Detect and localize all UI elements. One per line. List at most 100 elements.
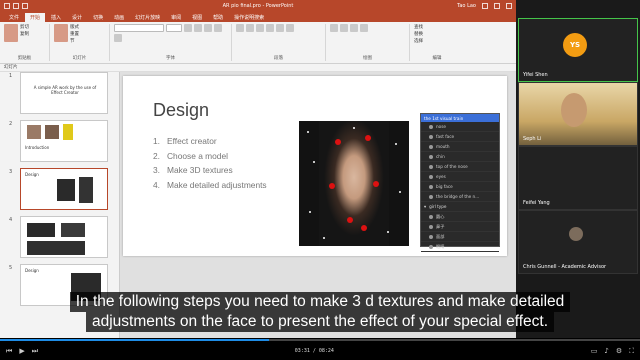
cut-button[interactable]: 剪切	[20, 24, 29, 30]
tab-help[interactable]: 帮助	[208, 13, 228, 22]
bullets-icon[interactable]	[236, 24, 244, 32]
participant-tile[interactable]: YS Yifei Shen	[518, 18, 638, 82]
play-icon[interactable]: ▶	[19, 347, 24, 355]
snowflake	[323, 237, 325, 239]
slide-title[interactable]: Design	[153, 100, 209, 121]
tell-me-search[interactable]: 操作说明搜索	[229, 13, 269, 22]
layer-row[interactable]: mouth	[421, 142, 499, 152]
video-controls: ⏮ ▶ ⏭ 03:31 / 08:24 ▭ ♪ ⚙ ⛶	[0, 338, 640, 360]
current-slide[interactable]: Design 1. Effect creator 2. Choose a model…	[123, 76, 507, 256]
tab-animations[interactable]: 动画	[109, 13, 129, 22]
paste-icon[interactable]	[4, 24, 18, 42]
tab-slideshow[interactable]: 幻灯片放映	[130, 13, 165, 22]
strikethrough-icon[interactable]	[214, 24, 222, 32]
tab-file[interactable]: 文件	[4, 13, 24, 22]
layer-label: girl type	[429, 204, 447, 209]
snowflake	[395, 143, 397, 145]
video-frame: AR pio final.pro - PowerPoint Tao Lao 文件…	[0, 0, 640, 340]
account-name[interactable]: Tao Lao	[457, 3, 476, 9]
tab-home[interactable]: 开始	[25, 13, 46, 22]
subtitles: In the following steps you need to make …	[0, 292, 640, 332]
shape-rect-icon[interactable]	[330, 24, 338, 32]
tab-review[interactable]: 审阅	[166, 13, 186, 22]
shape-oval-icon[interactable]	[340, 24, 348, 32]
find-button[interactable]: 查找	[414, 24, 460, 30]
layer-row[interactable]: 圆心	[421, 212, 499, 222]
captions-icon[interactable]: ▭	[591, 347, 598, 355]
font-size-select[interactable]	[166, 24, 182, 32]
left-controls: ⏮ ▶ ⏭	[6, 347, 38, 356]
participant-tile[interactable]: Seph Li	[518, 82, 638, 146]
numbering-icon[interactable]	[246, 24, 254, 32]
layer-row[interactable]: 眼睛	[421, 242, 499, 252]
layer-row[interactable]: top of the nose	[421, 162, 499, 172]
layer-row[interactable]: 面部	[421, 232, 499, 242]
layer-row[interactable]: eyes	[421, 172, 499, 182]
progress-bar[interactable]	[0, 339, 640, 341]
layer-row[interactable]: fast face	[421, 132, 499, 142]
underline-icon[interactable]	[204, 24, 212, 32]
tab-transitions[interactable]: 切换	[88, 13, 108, 22]
redo-icon[interactable]	[22, 3, 28, 9]
maximize-icon[interactable]	[494, 3, 500, 9]
layer-row[interactable]: the bridge of the n...	[421, 192, 499, 202]
participant-tile[interactable]: Chris Gunnell - Academic Advisor	[518, 210, 638, 274]
new-slide-icon[interactable]	[54, 24, 68, 42]
reset-button[interactable]: 重置	[70, 31, 79, 37]
bullet-list[interactable]: 1. Effect creator 2. Choose a model 3. Make…	[153, 136, 267, 194]
layer-row[interactable]: nose	[421, 122, 499, 132]
fullscreen-icon[interactable]: ⛶	[629, 347, 634, 356]
font-group: 字体	[114, 24, 232, 61]
bold-icon[interactable]	[184, 24, 192, 32]
layer-row[interactable]: chin	[421, 152, 499, 162]
window-title: AR pio final.pro - PowerPoint	[222, 3, 294, 9]
layer-icon	[429, 144, 433, 149]
save-icon[interactable]	[4, 3, 10, 9]
participant-name: Seph Li	[523, 136, 542, 142]
select-button[interactable]: 选择	[414, 38, 460, 44]
italic-icon[interactable]	[194, 24, 202, 32]
participant-tile[interactable]: Feifei Yang	[518, 146, 638, 210]
volume-icon[interactable]: ♪	[604, 347, 608, 355]
thumbnail-4[interactable]: 4	[9, 216, 108, 258]
undo-icon[interactable]	[13, 3, 19, 9]
layer-row[interactable]: 鼻子	[421, 222, 499, 232]
arrange-icon[interactable]	[350, 24, 358, 32]
tab-view[interactable]: 视图	[187, 13, 207, 22]
quick-styles-icon[interactable]	[360, 24, 368, 32]
font-name-select[interactable]	[114, 24, 164, 32]
copy-button[interactable]: 复制	[20, 31, 29, 37]
skip-forward-icon[interactable]: ⏭	[32, 347, 38, 356]
snowflake	[399, 191, 401, 193]
close-icon[interactable]	[506, 3, 512, 9]
font-color-icon[interactable]	[114, 34, 122, 42]
effect-layers-panel[interactable]: the 1st visual train nose fast face mout…	[420, 113, 500, 252]
heart-sticker	[373, 181, 379, 187]
section-button[interactable]: 节	[70, 38, 79, 44]
thumbnail-3[interactable]: 3 Design	[9, 168, 108, 210]
layer-row[interactable]: big face	[421, 182, 499, 192]
layer-icon	[429, 184, 433, 189]
layer-group-row[interactable]: ▾ girl type	[421, 202, 499, 212]
effect-preview-image[interactable]	[299, 121, 409, 246]
align-right-icon[interactable]	[286, 24, 294, 32]
thumbnail-1[interactable]: 1 A simple AR work by the use of Effect …	[9, 72, 108, 114]
tab-insert[interactable]: 插入	[46, 13, 66, 22]
settings-icon[interactable]: ⚙	[616, 347, 622, 355]
expand-icon[interactable]: ▾	[424, 204, 426, 209]
bullet-item: 2. Choose a model	[153, 151, 267, 161]
skip-back-icon[interactable]: ⏮	[6, 347, 12, 356]
minimize-icon[interactable]	[482, 3, 488, 9]
group-label-paragraph: 段落	[274, 56, 283, 61]
layout-button[interactable]: 版式	[70, 24, 79, 30]
layer-icon	[429, 164, 433, 169]
tab-design[interactable]: 设计	[67, 13, 87, 22]
replace-button[interactable]: 替换	[414, 31, 460, 37]
layer-label: chin	[436, 154, 445, 159]
panel-header: the 1st visual train	[421, 114, 499, 122]
thumbnail-number: 3	[9, 169, 13, 175]
align-left-icon[interactable]	[266, 24, 274, 32]
align-center-icon[interactable]	[276, 24, 284, 32]
indent-icon[interactable]	[256, 24, 264, 32]
thumbnail-2[interactable]: 2 Introduction	[9, 120, 108, 162]
